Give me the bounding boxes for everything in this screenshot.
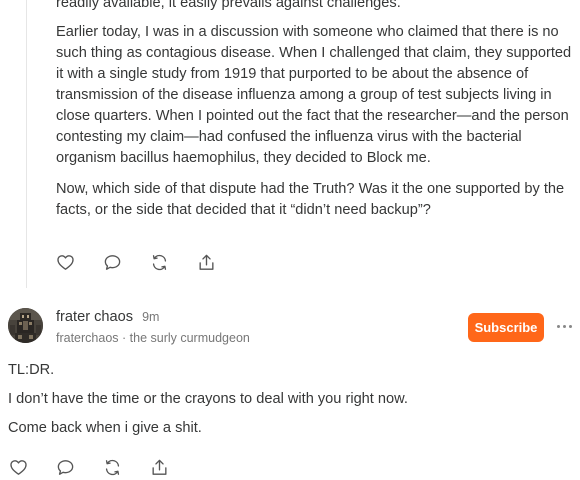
thread-line — [26, 0, 27, 288]
comment-icon — [104, 254, 120, 270]
heart-icon — [56, 254, 74, 270]
comment-paragraph: Come back when i give a shit. — [8, 420, 202, 436]
more-options-button[interactable] — [557, 317, 573, 333]
comment-paragraph: readily available, it easily prevails ag… — [56, 0, 401, 11]
author-handle-line: fraterchaos · the surly curmudgeon — [56, 331, 250, 345]
comment-paragraph: TL:DR. — [8, 362, 55, 378]
share-button[interactable] — [196, 252, 216, 272]
parent-comment-body: readily available, it easily prevails ag… — [56, 0, 572, 231]
share-button[interactable] — [149, 457, 169, 477]
author-name[interactable]: frater chaos — [56, 309, 133, 325]
dot — [557, 325, 560, 328]
restack-button[interactable] — [149, 252, 169, 272]
heart-icon — [9, 459, 27, 475]
avatar[interactable] — [8, 308, 43, 343]
restack-icon — [105, 459, 119, 475]
reply-button[interactable] — [55, 457, 75, 477]
restack-button[interactable] — [102, 457, 122, 477]
parent-comment-actions — [55, 252, 243, 272]
subscribe-button[interactable]: Subscribe — [468, 313, 544, 342]
reply-comment-body: TL:DR. I don’t have the time or the cray… — [8, 360, 568, 447]
restack-icon — [152, 254, 166, 270]
share-icon — [198, 254, 214, 270]
like-button[interactable] — [8, 457, 28, 477]
like-button[interactable] — [55, 252, 75, 272]
comment-timestamp[interactable]: 9m — [142, 310, 159, 324]
comment-icon — [57, 459, 73, 475]
comment-paragraph: Earlier today, I was in a discussion wit… — [56, 24, 572, 166]
reply-button[interactable] — [102, 252, 122, 272]
avatar-image — [8, 308, 43, 343]
dot — [569, 325, 572, 328]
comment-paragraph: I don’t have the time or the crayons to … — [8, 391, 408, 407]
dot — [563, 325, 566, 328]
reply-comment-actions — [8, 457, 196, 477]
comment-paragraph: Now, which side of that dispute had the … — [56, 181, 565, 218]
comment-meta: frater chaos 9m — [56, 309, 159, 325]
share-icon — [151, 459, 167, 475]
